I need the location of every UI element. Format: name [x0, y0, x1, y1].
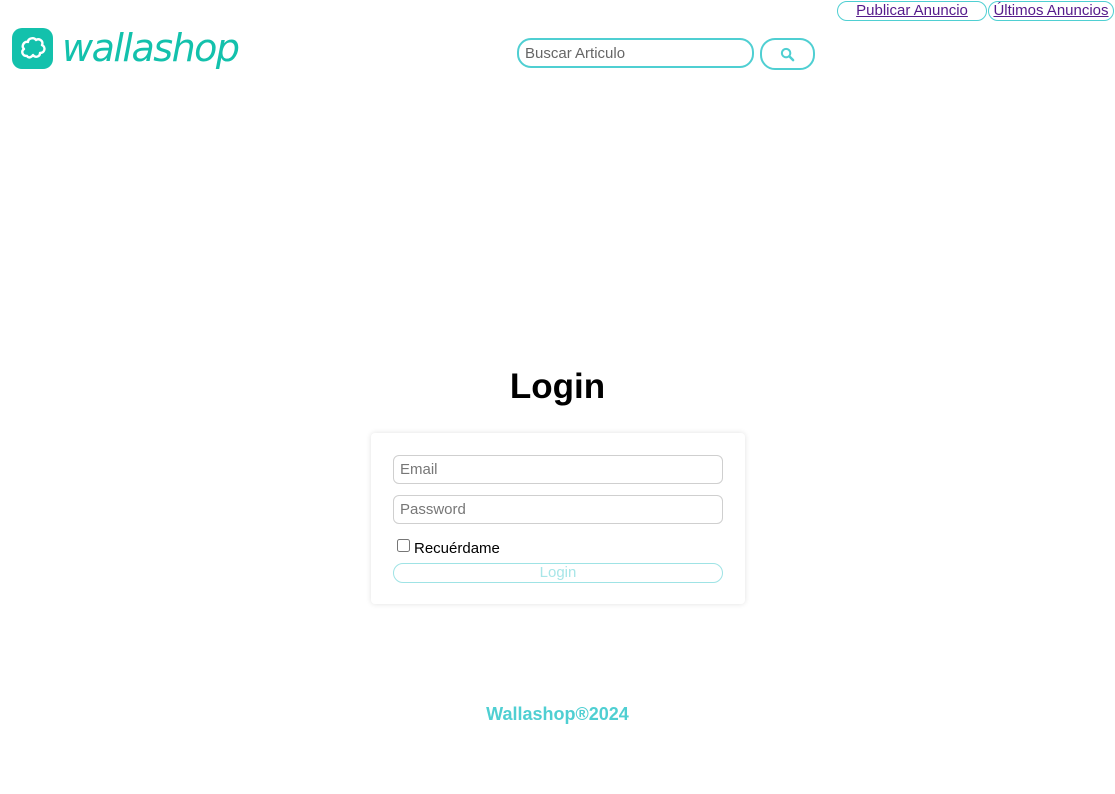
search-icon — [780, 47, 795, 61]
password-field[interactable] — [393, 495, 723, 524]
email-field[interactable] — [393, 455, 723, 484]
search-button[interactable] — [760, 38, 815, 70]
logo-text: wallashop — [62, 26, 240, 70]
login-button[interactable]: Login — [393, 563, 723, 583]
remember-checkbox[interactable] — [397, 539, 410, 552]
login-form: Recuérdame Login — [371, 433, 745, 604]
search-bar — [517, 38, 815, 70]
publish-ad-link[interactable]: Publicar Anuncio — [837, 1, 987, 21]
page: Publicar Anuncio Últimos Anuncios wallas… — [0, 0, 1115, 794]
cloud-icon — [12, 27, 53, 69]
footer-copyright: Wallashop®2024 — [486, 704, 629, 724]
logo[interactable]: wallashop — [12, 25, 240, 71]
latest-ads-link[interactable]: Últimos Anuncios — [988, 1, 1114, 21]
search-input[interactable] — [517, 38, 754, 68]
remember-me: Recuérdame — [397, 537, 500, 557]
login-title: Login — [509, 367, 606, 406]
remember-label[interactable]: Recuérdame — [414, 540, 500, 557]
top-nav: Publicar Anuncio Últimos Anuncios — [837, 1, 1114, 21]
